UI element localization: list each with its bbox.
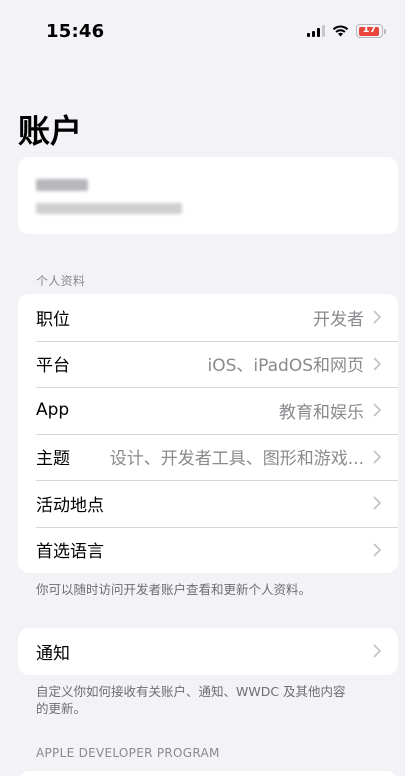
row-label: 主题: [36, 449, 70, 470]
chevron-right-icon: [373, 357, 381, 371]
row-platform[interactable]: 平台 iOS、iPadOS和网页: [18, 340, 398, 388]
row-label: App: [36, 400, 70, 421]
notifications-card: 通知: [18, 628, 398, 675]
chevron-right-icon: [373, 496, 381, 510]
row-label: 首选语言: [36, 542, 104, 563]
personal-footer: 你可以随时访问开发者账户查看和更新个人资料。: [36, 582, 312, 597]
section-header-personal: 个人资料: [36, 274, 86, 288]
notifications-footer: 自定义你如何接收有关账户、通知、WWDC 及其他内容的更新。: [36, 684, 346, 716]
personal-card: 职位 开发者 平台 iOS、iPadOS和网页 App 教育和娱乐 主题 设计、…: [18, 294, 398, 573]
row-value: 开发者: [313, 309, 364, 330]
row-job-title[interactable]: 职位 开发者: [18, 294, 398, 341]
redacted-email: [36, 203, 182, 214]
battery-level: 17: [362, 24, 377, 35]
row-app[interactable]: App 教育和娱乐: [18, 387, 398, 434]
row-notifications[interactable]: 通知: [18, 628, 398, 675]
chevron-right-icon: [373, 310, 381, 324]
row-language[interactable]: 首选语言: [18, 526, 398, 574]
page-title: 账户: [18, 112, 83, 150]
chevron-right-icon: [373, 450, 381, 464]
row-label: 平台: [36, 356, 70, 377]
status-time: 15:46: [46, 21, 105, 42]
row-value: iOS、iPadOS和网页: [207, 356, 365, 377]
wifi-icon: [332, 25, 349, 37]
row-location[interactable]: 活动地点: [18, 480, 398, 527]
row-value: 教育和娱乐: [279, 402, 364, 423]
status-bar: 15:46 17: [0, 0, 405, 60]
profile-card[interactable]: [18, 157, 398, 234]
row-label: 活动地点: [36, 495, 104, 516]
redacted-name: [36, 179, 88, 191]
row-topics[interactable]: 主题 设计、开发者工具、图形和游戏...: [18, 433, 398, 481]
row-value: 设计、开发者工具、图形和游戏...: [109, 449, 364, 470]
program-card: [18, 771, 398, 776]
chevron-right-icon: [373, 543, 381, 557]
row-label: 职位: [36, 309, 70, 330]
chevron-right-icon: [373, 403, 381, 417]
battery-icon: 17: [356, 24, 386, 38]
chevron-right-icon: [373, 644, 381, 658]
section-header-program: APPLE DEVELOPER PROGRAM: [36, 746, 220, 760]
row-label: 通知: [36, 643, 70, 664]
status-icons: 17: [307, 24, 386, 38]
signal-icon: [307, 25, 325, 37]
